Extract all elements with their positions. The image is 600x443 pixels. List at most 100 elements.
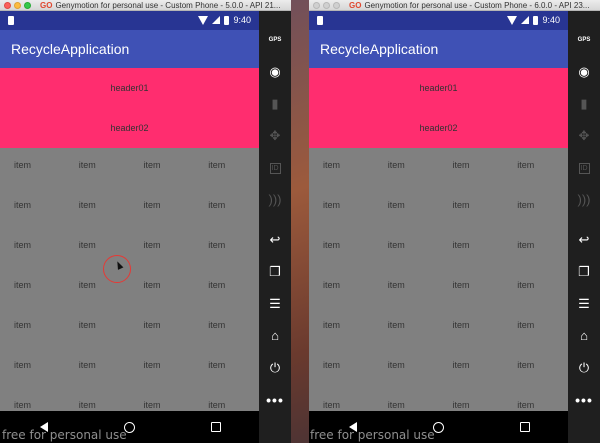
close-window-button[interactable] xyxy=(313,2,320,9)
menu-icon-glyph: ☰ xyxy=(269,296,281,311)
cell-signal-icon xyxy=(212,16,221,24)
grid-item[interactable]: item xyxy=(194,148,259,188)
grid-item[interactable]: item xyxy=(374,308,439,348)
grid-item[interactable]: item xyxy=(194,268,259,308)
grid-item[interactable]: item xyxy=(374,148,439,188)
dpad-icon[interactable]: ✥ xyxy=(259,123,291,149)
webcam-icon[interactable]: ◉ xyxy=(568,59,600,85)
nav-recents-icon[interactable] xyxy=(211,422,221,432)
grid-item[interactable]: item xyxy=(309,228,374,268)
grid-item[interactable]: item xyxy=(439,148,504,188)
grid-item[interactable]: item xyxy=(65,148,130,188)
close-window-button[interactable] xyxy=(4,2,11,9)
device-id-icon[interactable]: ID xyxy=(259,155,291,181)
grid-item[interactable]: item xyxy=(309,308,374,348)
grid-item[interactable]: item xyxy=(194,228,259,268)
grid-item[interactable]: item xyxy=(374,188,439,228)
menu-icon[interactable]: ☰ xyxy=(568,291,600,317)
network-icon[interactable]: ))) xyxy=(259,187,291,213)
grid-item[interactable]: item xyxy=(503,148,568,188)
grid-item[interactable]: item xyxy=(0,188,65,228)
header-item[interactable]: header01 xyxy=(0,68,259,108)
dpad-icon[interactable]: ✥ xyxy=(568,123,600,149)
grid-item[interactable]: item xyxy=(439,188,504,228)
maximize-window-button[interactable] xyxy=(24,2,31,9)
grid-item[interactable]: item xyxy=(130,348,195,388)
grid-item[interactable]: item xyxy=(130,188,195,228)
webcam-icon[interactable]: ◉ xyxy=(259,59,291,85)
grid-item[interactable]: item xyxy=(309,268,374,308)
grid-item[interactable]: item xyxy=(130,148,195,188)
grid-item[interactable]: item xyxy=(309,148,374,188)
minimize-window-button[interactable] xyxy=(323,2,330,9)
back-icon[interactable]: ↩ xyxy=(259,227,291,253)
maximize-window-button[interactable] xyxy=(333,2,340,9)
grid-item[interactable]: item xyxy=(65,308,130,348)
more-icon[interactable]: ••• xyxy=(259,387,291,413)
more-icon-glyph: ••• xyxy=(266,392,284,408)
recycler-grid[interactable]: item item item item item item item item item item… xyxy=(309,148,568,428)
battery-icon xyxy=(533,15,539,25)
grid-item[interactable]: item xyxy=(439,308,504,348)
gps-icon[interactable]: GPS xyxy=(259,27,291,53)
grid-item[interactable]: item xyxy=(439,348,504,388)
grid-item[interactable]: item xyxy=(503,188,568,228)
header-item[interactable]: header02 xyxy=(309,108,568,148)
android-status-bar: 9:40 xyxy=(309,11,568,30)
minimize-window-button[interactable] xyxy=(14,2,21,9)
device-id-icon[interactable]: ID xyxy=(568,155,600,181)
more-icon[interactable]: ••• xyxy=(568,387,600,413)
grid-item[interactable]: item xyxy=(130,228,195,268)
grid-item[interactable]: item xyxy=(0,348,65,388)
phone-screen[interactable]: 9:40 RecycleApplication header01 header0… xyxy=(309,11,568,443)
network-icon[interactable]: ))) xyxy=(568,187,600,213)
recent-apps-icon[interactable]: ❐ xyxy=(259,259,291,285)
grid-item[interactable]: item xyxy=(0,228,65,268)
home-icon-glyph: ⌂ xyxy=(580,328,588,343)
grid-item[interactable]: item xyxy=(0,268,65,308)
grid-item[interactable]: item xyxy=(309,188,374,228)
back-icon[interactable]: ↩ xyxy=(568,227,600,253)
grid-item[interactable]: item xyxy=(503,228,568,268)
grid-item[interactable]: item xyxy=(130,268,195,308)
header-item[interactable]: header01 xyxy=(309,68,568,108)
power-icon[interactable]: ⏻ xyxy=(259,355,291,381)
grid-item[interactable]: item xyxy=(65,188,130,228)
dpad-icon-glyph: ✥ xyxy=(578,128,590,143)
header-item[interactable]: header02 xyxy=(0,108,259,148)
grid-item[interactable]: item xyxy=(194,188,259,228)
grid-item[interactable]: item xyxy=(130,308,195,348)
emulator-window-lollipop[interactable]: GO Genymotion for personal use - Custom P… xyxy=(0,0,291,443)
window-title: GO Genymotion for personal use - Custom P… xyxy=(40,1,281,10)
battery-tool-icon[interactable]: ▮ xyxy=(259,91,291,117)
grid-item[interactable]: item xyxy=(503,308,568,348)
grid-item[interactable]: item xyxy=(374,268,439,308)
nav-recents-icon[interactable] xyxy=(520,422,530,432)
grid-item[interactable]: item xyxy=(439,268,504,308)
window-title: GO Genymotion for personal use - Custom P… xyxy=(349,1,590,10)
recycler-grid[interactable]: item item item item item item item item item item… xyxy=(0,148,259,428)
grid-item[interactable]: item xyxy=(0,148,65,188)
grid-item[interactable]: item xyxy=(503,348,568,388)
home-icon[interactable]: ⌂ xyxy=(259,323,291,349)
phone-screen[interactable]: 9:40 RecycleApplication header01 header0… xyxy=(0,11,259,443)
network-icon-glyph: ))) xyxy=(268,192,282,207)
grid-item[interactable]: item xyxy=(309,348,374,388)
grid-item[interactable]: item xyxy=(0,308,65,348)
grid-item[interactable]: item xyxy=(503,268,568,308)
grid-item[interactable]: item xyxy=(65,348,130,388)
window-titlebar[interactable]: GO Genymotion for personal use - Custom P… xyxy=(309,0,600,11)
home-icon[interactable]: ⌂ xyxy=(568,323,600,349)
grid-item[interactable]: item xyxy=(374,348,439,388)
gps-icon[interactable]: GPS xyxy=(568,27,600,53)
grid-item[interactable]: item xyxy=(439,228,504,268)
grid-item[interactable]: item xyxy=(374,228,439,268)
power-icon[interactable]: ⏻ xyxy=(568,355,600,381)
emulator-window-marshmallow[interactable]: GO Genymotion for personal use - Custom P… xyxy=(309,0,600,443)
recent-apps-icon[interactable]: ❐ xyxy=(568,259,600,285)
window-titlebar[interactable]: GO Genymotion for personal use - Custom P… xyxy=(0,0,291,11)
grid-item[interactable]: item xyxy=(194,308,259,348)
battery-tool-icon[interactable]: ▮ xyxy=(568,91,600,117)
grid-item[interactable]: item xyxy=(194,348,259,388)
menu-icon[interactable]: ☰ xyxy=(259,291,291,317)
